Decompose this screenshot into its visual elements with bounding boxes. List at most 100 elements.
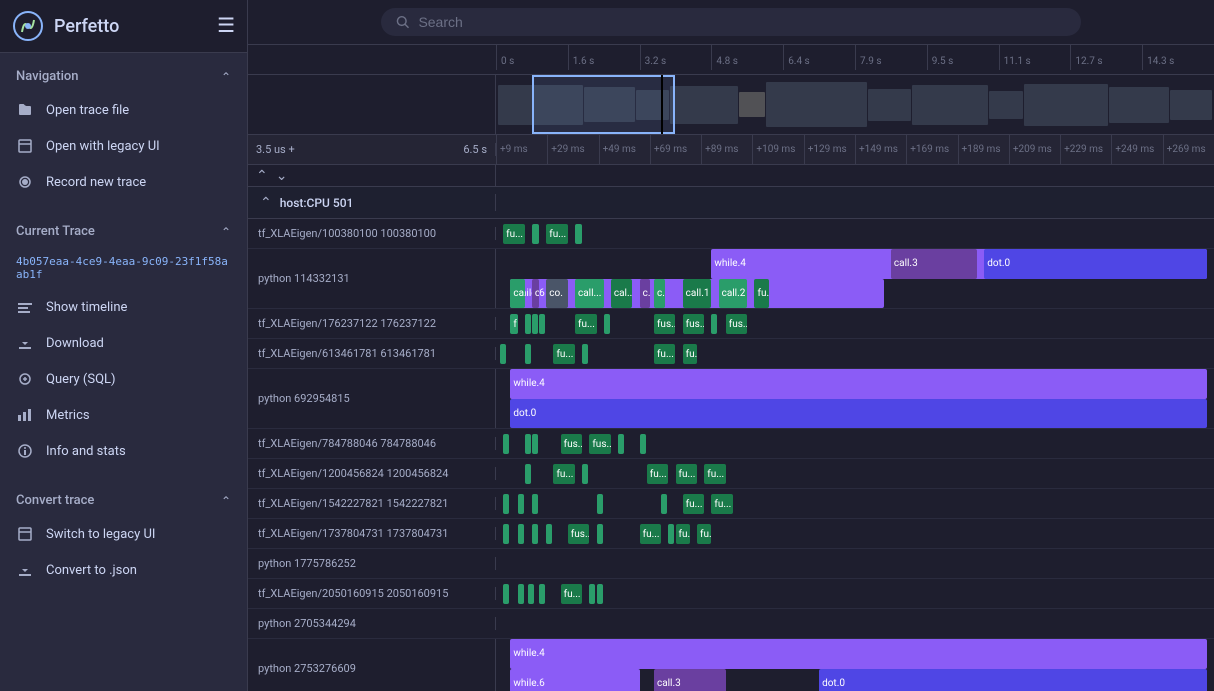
current-trace-header[interactable]: Current Trace ⌃ (0, 216, 247, 247)
row-content-10[interactable]: fu... (496, 579, 1214, 608)
flame-segment[interactable] (604, 314, 610, 334)
flame-segment-c-b4[interactable]: c. (654, 279, 665, 309)
sidebar-item-show-timeline[interactable]: Show timeline (0, 289, 247, 325)
collapse-up-button[interactable]: ⌃ (254, 167, 270, 184)
flame-segment-call-b1[interactable]: call... (575, 279, 604, 309)
flame-segment[interactable]: fu... (640, 524, 662, 544)
flame-segment[interactable] (597, 494, 603, 514)
flame-segment[interactable] (503, 584, 509, 604)
hamburger-button[interactable]: ☰ (217, 16, 235, 36)
row-content-0[interactable]: fu... fu... (496, 219, 1214, 248)
row-content-9[interactable] (496, 549, 1214, 578)
flame-segment[interactable] (640, 434, 646, 454)
flame-segment[interactable] (532, 224, 539, 244)
flame-segment[interactable]: fu... (676, 524, 690, 544)
flame-segment[interactable] (518, 494, 524, 514)
flame-segment[interactable]: fu... (704, 464, 726, 484)
flame-segment[interactable] (525, 434, 531, 454)
flame-segment[interactable] (503, 494, 509, 514)
flame-segment[interactable] (711, 314, 717, 334)
flame-segment[interactable] (518, 524, 524, 544)
convert-trace-header[interactable]: Convert trace ⌃ (0, 485, 247, 516)
row-content-5[interactable]: fus... fus... (496, 429, 1214, 458)
sidebar-item-open-legacy-ui[interactable]: Open with legacy UI (0, 128, 247, 164)
flame-segment[interactable]: fus... (589, 434, 611, 454)
row-content-7[interactable]: fu... fu... (496, 489, 1214, 518)
flame-segment[interactable]: fus... (561, 434, 583, 454)
flame-segment-while6-3[interactable]: while.6 (510, 669, 639, 691)
flame-segment[interactable] (539, 314, 545, 334)
flame-segment[interactable]: fu... (503, 224, 525, 244)
row-content-11[interactable] (496, 609, 1214, 638)
flame-segment[interactable]: fu. (683, 344, 697, 364)
flame-segment-c-b3[interactable]: c. (640, 279, 651, 309)
flame-segment[interactable] (582, 344, 588, 364)
row-content-2[interactable]: f fu... fus... fus... fus... (496, 309, 1214, 338)
flame-segment-call3[interactable]: call.3 (891, 249, 977, 279)
flame-segment[interactable]: fu... (683, 494, 705, 514)
flame-segment[interactable] (597, 584, 603, 604)
flame-segment[interactable] (500, 344, 506, 364)
flame-segment-c[interactable]: c (532, 279, 539, 309)
flame-segment-dot0[interactable]: dot.0 (984, 249, 1207, 279)
flame-segment-while4-2[interactable]: while.4 (510, 369, 1206, 399)
flame-segment[interactable]: fu. (697, 524, 711, 544)
flame-segment[interactable] (597, 524, 603, 544)
sidebar-item-open-trace-file[interactable]: Open trace file (0, 92, 247, 128)
flame-segment[interactable]: fu... (654, 344, 676, 364)
row-content-4[interactable]: while.4 dot.0 (496, 369, 1214, 428)
flame-segment-fu-b[interactable]: fu. (754, 279, 768, 309)
flame-segment[interactable] (546, 524, 552, 544)
navigation-header[interactable]: Navigation ⌃ (0, 61, 247, 92)
row-content-1[interactable]: while.4 call.3 dot.0 while.6 ca. c co. c… (496, 249, 1214, 308)
flame-segment[interactable]: fus... (683, 314, 705, 334)
flame-segment[interactable] (661, 494, 667, 514)
flame-segment-ca[interactable]: ca. (510, 279, 524, 309)
flame-segment-dot0-3[interactable]: dot.0 (819, 669, 1207, 691)
sidebar-item-query-sql[interactable]: Query (SQL) (0, 361, 247, 397)
flame-segment-call1[interactable]: call.1 (683, 279, 712, 309)
collapse-down-button[interactable]: ⌄ (274, 167, 290, 184)
search-input[interactable] (418, 14, 1067, 30)
flame-segment[interactable] (518, 584, 524, 604)
flame-segment[interactable] (532, 494, 538, 514)
flame-segment[interactable] (525, 314, 531, 334)
flame-segment[interactable]: fus... (726, 314, 748, 334)
flame-segment[interactable]: fu... (575, 314, 597, 334)
overview-right[interactable] (496, 75, 1214, 134)
flame-segment[interactable] (668, 524, 674, 544)
flame-segment[interactable] (532, 434, 538, 454)
flame-segment[interactable]: fus... (654, 314, 676, 334)
flame-segment-co[interactable]: co. (546, 279, 568, 309)
flame-segment-call2[interactable]: call.2 (719, 279, 748, 309)
sidebar-item-download[interactable]: Download (0, 325, 247, 361)
flame-segment[interactable] (503, 434, 509, 454)
sidebar-item-switch-legacy[interactable]: Switch to legacy UI (0, 516, 247, 552)
timeline-container[interactable]: 0 s 1.6 s 3.2 s 4.8 s 6.4 s 7.9 s 9.5 s … (248, 45, 1214, 691)
sidebar-item-record-new-trace[interactable]: Record new trace (0, 164, 247, 200)
flame-segment[interactable]: fu... (553, 344, 575, 364)
flame-segment[interactable] (539, 584, 545, 604)
flame-segment[interactable] (532, 314, 538, 334)
row-content-6[interactable]: fu... fu... fu... fu... (496, 459, 1214, 488)
flame-segment[interactable] (582, 464, 588, 484)
flame-segment-while4-3[interactable]: while.4 (510, 639, 1206, 669)
flame-segment[interactable] (525, 344, 531, 364)
flame-segment[interactable]: fu... (553, 464, 575, 484)
sidebar-item-convert-json[interactable]: Convert to .json (0, 552, 247, 588)
flame-segment[interactable] (503, 524, 509, 544)
flame-segment[interactable]: fu... (676, 464, 698, 484)
flame-segment[interactable]: f (510, 314, 517, 334)
flame-segment[interactable]: fu... (546, 224, 568, 244)
flame-segment[interactable] (528, 584, 534, 604)
flame-segment[interactable] (532, 524, 538, 544)
flame-segment[interactable] (618, 434, 624, 454)
flame-segment[interactable] (525, 464, 531, 484)
row-content-8[interactable]: fus... fu... fu... fu. (496, 519, 1214, 548)
flame-segment-dot0-2[interactable]: dot.0 (510, 399, 1206, 429)
flame-segment[interactable] (575, 224, 582, 244)
flame-segment[interactable] (589, 584, 595, 604)
flame-segment[interactable]: fu... (561, 584, 583, 604)
flame-segment-call3-3[interactable]: call.3 (654, 669, 726, 691)
row-content-3[interactable]: fu... fu... fu. (496, 339, 1214, 368)
